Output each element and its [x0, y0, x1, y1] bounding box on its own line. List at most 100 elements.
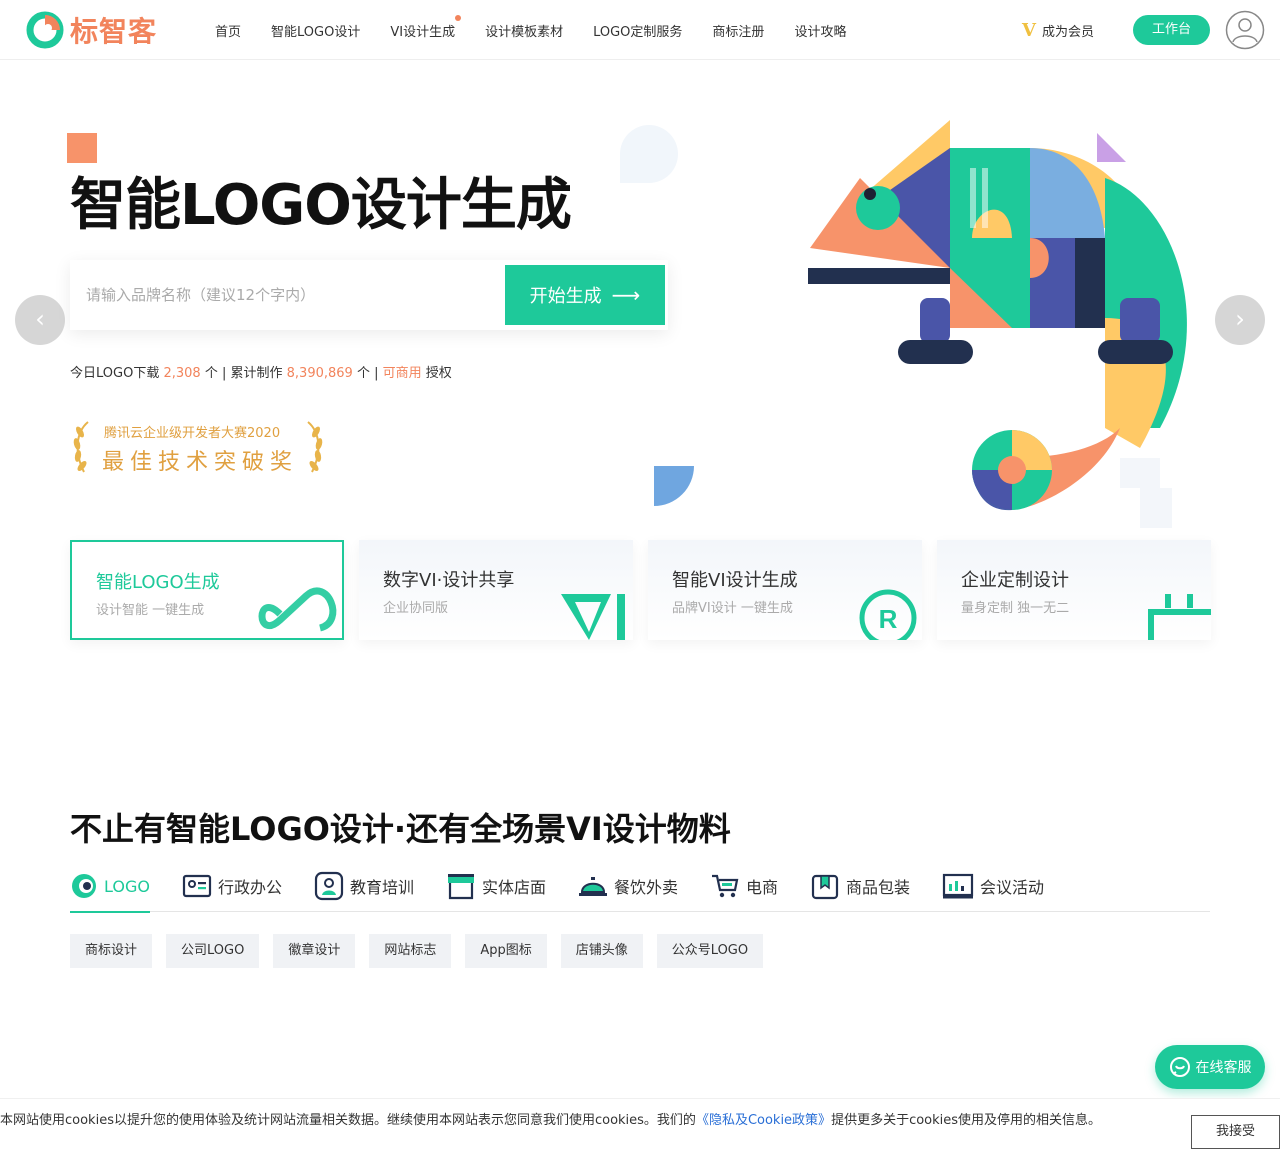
- section-title: 不止有智能LOGO设计·还有全场景VI设计物料: [70, 810, 731, 848]
- tab-education[interactable]: 教育培训: [314, 860, 414, 912]
- tab-label: 实体店面: [481, 878, 546, 897]
- start-generate-button[interactable]: 开始生成 ⟶: [505, 265, 665, 325]
- card-title: 企业定制设计: [961, 570, 1069, 591]
- infinity-icon: [258, 587, 337, 632]
- commercial-use-link[interactable]: 可商用: [383, 366, 422, 381]
- tab-label: 商品包装: [846, 878, 911, 897]
- online-service-label: 在线客服: [1195, 1060, 1252, 1076]
- start-generate-label: 开始生成: [529, 286, 602, 307]
- tab-label: 教育培训: [349, 878, 414, 897]
- card-subtitle: 品牌VI设计 一键生成: [672, 601, 793, 616]
- total-label: 累计制作: [230, 366, 283, 381]
- tab-packaging[interactable]: 商品包装: [810, 860, 910, 912]
- nav-logo-custom[interactable]: LOGO定制服务: [593, 21, 682, 40]
- card-subtitle: 企业协同版: [383, 601, 449, 616]
- tab-ecommerce[interactable]: 电商: [710, 860, 778, 912]
- chip-shop-avatar[interactable]: 店铺头像: [560, 934, 643, 968]
- tab-office[interactable]: 行政办公: [182, 860, 282, 912]
- cookie-notice: 本网站使用cookies以提升您的使用体验及统计网站流量相关数据。继续使用本网站…: [0, 1111, 1160, 1131]
- chip-badge-design[interactable]: 徽章设计: [273, 934, 356, 968]
- carousel-prev-button[interactable]: ‹: [15, 295, 65, 345]
- food-cloche-icon: [578, 877, 607, 896]
- laurel-left-icon: [73, 421, 89, 473]
- registered-mark-icon: R: [859, 589, 917, 640]
- tab-label: LOGO: [104, 876, 150, 896]
- decorative-quarter-circle: [654, 466, 694, 506]
- logo-tab-icon: [72, 874, 96, 898]
- feature-cards: 智能LOGO生成 设计智能 一键生成 数字VI·设计共享 企业协同版 智能VI设…: [70, 540, 1211, 640]
- chip-website-logo[interactable]: 网站标志: [369, 934, 452, 968]
- become-member-label: 成为会员: [1041, 25, 1094, 40]
- user-avatar-icon[interactable]: [1225, 10, 1265, 50]
- nav-templates[interactable]: 设计模板素材: [485, 21, 563, 40]
- svg-text:R: R: [879, 604, 898, 634]
- card-subtitle: 量身定制 独一无二: [961, 601, 1070, 616]
- new-dot-badge: [455, 14, 462, 21]
- tab-label: 会议活动: [980, 878, 1045, 897]
- main-nav: 首页 智能LOGO设计 VI设计生成 设计模板素材 LOGO定制服务 商标注册 …: [200, 0, 861, 60]
- card-logo-generate[interactable]: 智能LOGO生成 设计智能 一键生成: [70, 540, 344, 640]
- card-smart-vi[interactable]: 智能VI设计生成 品牌VI设计 一键生成 R: [648, 540, 922, 640]
- award-title: 腾讯云企业级开发者大赛2020: [104, 426, 281, 441]
- become-member-link[interactable]: V 成为会员: [1022, 20, 1094, 41]
- nav-guides[interactable]: 设计攻略: [794, 21, 846, 40]
- privacy-policy-link[interactable]: 《隐私及Cookie政策》: [696, 1113, 831, 1128]
- workbench-button[interactable]: 工作台: [1133, 15, 1210, 45]
- presentation-icon: [942, 873, 974, 899]
- chevron-left-icon: ‹: [35, 305, 45, 333]
- award-badge: 腾讯云企业级开发者大赛2020 最佳技术突破奖: [70, 418, 326, 478]
- tab-label: 电商: [746, 878, 779, 897]
- nav-logo-design[interactable]: 智能LOGO设计: [271, 21, 360, 40]
- brand-name-input[interactable]: [70, 260, 500, 330]
- tab-storefront[interactable]: 实体店面: [446, 860, 546, 912]
- cookie-accept-button[interactable]: 我接受: [1191, 1115, 1280, 1149]
- nav-trademark[interactable]: 商标注册: [712, 21, 764, 40]
- decorative-square: [67, 133, 97, 163]
- tab-label: 餐饮外卖: [613, 878, 678, 897]
- hero-title: 智能LOGO设计生成: [70, 173, 572, 238]
- online-service-button[interactable]: 在线客服: [1155, 1045, 1265, 1089]
- nav-vi-design-label: VI设计生成: [390, 24, 456, 40]
- chevron-right-icon: ›: [1235, 305, 1245, 333]
- chat-bubble-icon: [1169, 1057, 1190, 1077]
- scene-tabs: LOGO 行政办公 教育培训 实体店面 餐饮外卖 电商 商品包装 会议活动: [70, 860, 1210, 913]
- tab-label: 行政办公: [217, 878, 282, 897]
- chip-official-account-logo[interactable]: 公众号LOGO: [656, 934, 764, 968]
- license-label: 授权: [425, 366, 452, 381]
- card-title: 智能VI设计生成: [672, 570, 798, 591]
- unit-separator-1: 个 |: [204, 366, 227, 381]
- header: 标智客 首页 智能LOGO设计 VI设计生成 设计模板素材 LOGO定制服务 商…: [0, 0, 1280, 60]
- card-subtitle: 设计智能 一键生成: [96, 603, 205, 618]
- brand-name: 标智客: [70, 15, 158, 48]
- custom-plug-icon: [1148, 594, 1211, 640]
- id-card-icon: [182, 874, 212, 898]
- card-digital-vi[interactable]: 数字VI·设计共享 企业协同版: [359, 540, 633, 640]
- cart-icon: [712, 874, 739, 898]
- laurel-right-icon: [307, 421, 323, 473]
- chip-app-icon[interactable]: App图标: [465, 934, 547, 968]
- brand-logo[interactable]: 标智客: [26, 10, 157, 50]
- cookie-text-before: 本网站使用cookies以提升您的使用体验及统计网站流量相关数据。继续使用本网站…: [0, 1113, 696, 1128]
- nav-home[interactable]: 首页: [215, 21, 241, 40]
- award-name: 最佳技术突破奖: [102, 450, 299, 475]
- brand-logo-icon: [26, 11, 64, 49]
- chip-company-logo[interactable]: 公司LOGO: [166, 934, 260, 968]
- usage-stats: 今日LOGO下载 2,308 个 | 累计制作 8,390,869 个 | 可商…: [70, 362, 452, 381]
- carousel-next-button[interactable]: ›: [1215, 295, 1265, 345]
- brand-search-box: 开始生成 ⟶: [70, 260, 668, 330]
- total-count: 8,390,869: [286, 366, 353, 381]
- card-title: 数字VI·设计共享: [383, 570, 515, 591]
- storefront-icon: [447, 874, 474, 900]
- decorative-drop: [620, 125, 678, 183]
- chip-trademark-design[interactable]: 商标设计: [70, 934, 153, 968]
- package-icon: [811, 874, 839, 900]
- nav-vi-design[interactable]: VI设计生成: [390, 14, 462, 40]
- tab-food[interactable]: 餐饮外卖: [578, 860, 678, 912]
- tab-meeting[interactable]: 会议活动: [942, 860, 1044, 912]
- card-title: 智能LOGO生成: [96, 572, 220, 593]
- card-enterprise-custom[interactable]: 企业定制设计 量身定制 独一无二: [937, 540, 1211, 640]
- vip-v-icon: V: [1022, 20, 1036, 41]
- download-label: 今日LOGO下载: [70, 366, 160, 381]
- tab-logo[interactable]: LOGO: [70, 860, 150, 913]
- active-pointer: [204, 540, 216, 541]
